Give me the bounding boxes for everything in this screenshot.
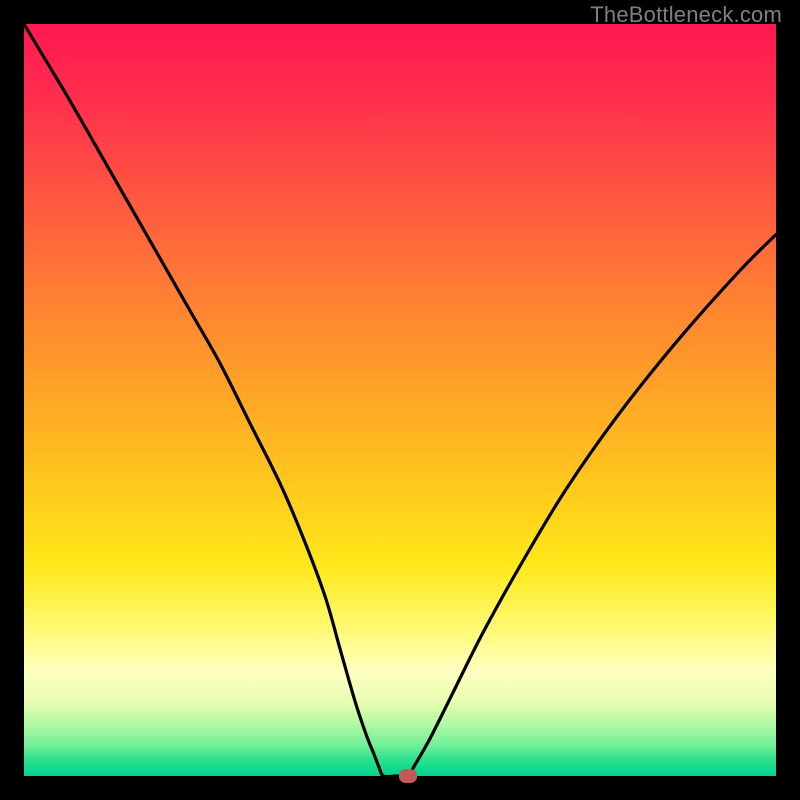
plot-area <box>24 24 776 776</box>
minimum-marker <box>399 769 417 783</box>
bottleneck-curve <box>24 24 776 776</box>
chart-frame: TheBottleneck.com <box>0 0 800 800</box>
